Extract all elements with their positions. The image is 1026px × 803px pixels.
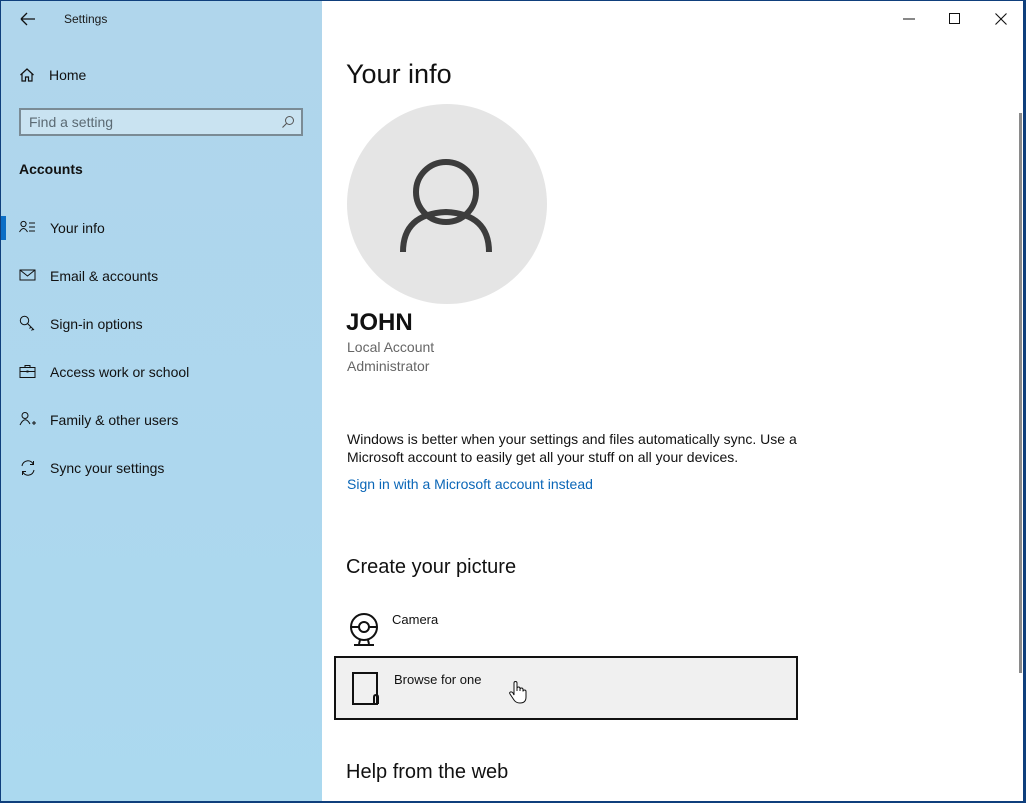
sidebar-item-access-work-school[interactable]: Access work or school: [1, 348, 322, 396]
sidebar-item-your-info[interactable]: Your info: [1, 204, 322, 252]
sidebar: Settings Home Accounts Your info Email &…: [1, 1, 322, 801]
sign-in-microsoft-link[interactable]: Sign in with a Microsoft account instead: [347, 476, 593, 492]
section-title: Accounts: [19, 161, 83, 177]
close-icon: [995, 13, 1007, 25]
sync-message: Windows is better when your settings and…: [347, 431, 797, 465]
sidebar-item-label: Sign-in options: [50, 316, 143, 332]
sidebar-item-label: Email & accounts: [50, 268, 159, 284]
camera-option[interactable]: Camera: [334, 599, 798, 663]
maximize-button[interactable]: [932, 5, 978, 33]
browse-label: Browse for one: [394, 672, 482, 687]
home-label: Home: [49, 67, 87, 83]
browse-option[interactable]: Browse for one: [334, 656, 798, 720]
sidebar-nav: Your info Email & accounts Sign-in optio…: [1, 204, 322, 492]
avatar: [347, 104, 547, 304]
person-list-icon: [19, 220, 35, 233]
sidebar-item-label: Access work or school: [50, 364, 190, 380]
user-avatar-icon: [400, 159, 492, 253]
sync-icon: [21, 460, 35, 476]
app-title: Settings: [64, 12, 108, 26]
account-type: Local Account: [347, 339, 435, 355]
page-title: Your info: [346, 59, 452, 89]
minimize-icon: [903, 18, 915, 20]
camera-icon: [350, 613, 378, 646]
arrow-left-icon: [20, 12, 35, 26]
account-role: Administrator: [347, 358, 430, 374]
scrollbar[interactable]: [1019, 113, 1022, 673]
sidebar-item-email-accounts[interactable]: Email & accounts: [1, 252, 322, 300]
briefcase-icon: [19, 365, 36, 378]
key-icon: [19, 315, 35, 331]
sidebar-item-sync-settings[interactable]: Sync your settings: [1, 444, 322, 492]
help-heading: Help from the web: [346, 761, 509, 783]
sidebar-item-family-other-users[interactable]: Family & other users: [1, 396, 322, 444]
create-picture-heading: Create your picture: [346, 556, 517, 578]
hand-cursor-icon: [509, 681, 527, 704]
close-button[interactable]: [978, 5, 1023, 33]
back-button[interactable]: [17, 9, 39, 29]
user-name: JOHN: [346, 309, 413, 336]
sidebar-item-label: Family & other users: [50, 412, 179, 428]
search-icon[interactable]: [281, 115, 295, 129]
sidebar-item-sign-in-options[interactable]: Sign-in options: [1, 300, 322, 348]
mail-icon: [19, 269, 36, 281]
settings-window: Settings Home Accounts Your info Email &…: [0, 0, 1026, 803]
browse-icon: [352, 672, 379, 705]
sidebar-item-label: Your info: [50, 220, 105, 236]
minimize-button[interactable]: [886, 5, 932, 33]
maximize-icon: [949, 13, 960, 24]
add-person-icon: [19, 412, 36, 426]
sidebar-home[interactable]: Home: [19, 67, 86, 83]
main-content: Your info JOHN Local Account Administrat…: [322, 1, 1023, 801]
camera-label: Camera: [392, 612, 439, 627]
search-box[interactable]: [19, 108, 303, 136]
active-indicator: [1, 216, 6, 240]
sidebar-item-label: Sync your settings: [50, 460, 165, 476]
search-input[interactable]: [29, 113, 269, 131]
home-icon: [20, 68, 34, 82]
